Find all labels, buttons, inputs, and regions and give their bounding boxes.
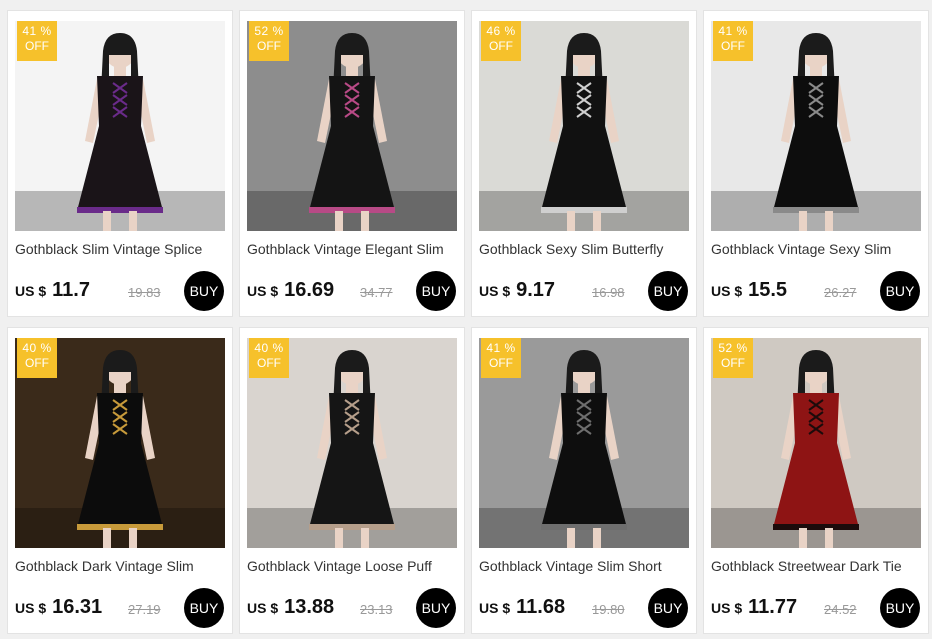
original-price: 26.27 [824, 285, 857, 300]
price-row: US $ 9.17 [479, 279, 555, 302]
buy-button[interactable]: BUY [880, 271, 920, 311]
product-title[interactable]: Gothblack Slim Vintage Splice [15, 241, 227, 257]
current-price: 11.7 [52, 279, 90, 301]
product-image[interactable]: 40 % OFF [247, 338, 457, 548]
product-image[interactable]: 46 % OFF [479, 21, 689, 231]
discount-off-label: OFF [257, 356, 281, 370]
discount-badge: 41 % OFF [713, 21, 753, 61]
discount-percent: 40 % [22, 341, 52, 355]
price-row: US $ 11.7 [15, 279, 90, 302]
buy-button[interactable]: BUY [416, 588, 456, 628]
product-title[interactable]: Gothblack Dark Vintage Slim [15, 558, 227, 574]
discount-percent: 41 % [718, 24, 748, 38]
product-card[interactable]: 41 % OFF Gothblack Vintage Slim Short US… [471, 327, 697, 634]
price-row: US $ 13.88 [247, 596, 334, 619]
current-price: 15.5 [748, 279, 788, 301]
original-price: 16.98 [592, 285, 625, 300]
product-image[interactable]: 52 % OFF [711, 338, 921, 548]
product-grid: 41 % OFF Gothblack Slim Vintage Splice U… [7, 10, 929, 634]
original-price: 27.19 [128, 602, 161, 617]
original-price: 34.77 [360, 285, 393, 300]
current-price: 16.69 [284, 279, 335, 301]
current-price: 9.17 [516, 279, 556, 301]
discount-percent: 41 % [486, 341, 516, 355]
product-card[interactable]: 52 % OFF Gothblack Vintage Elegant Slim … [239, 10, 465, 317]
currency-label: US $ [711, 283, 743, 299]
discount-off-label: OFF [25, 356, 49, 370]
discount-percent: 52 % [718, 341, 748, 355]
buy-button[interactable]: BUY [184, 588, 224, 628]
product-title[interactable]: Gothblack Vintage Slim Short [479, 558, 691, 574]
price-row: US $ 11.77 [711, 596, 797, 619]
price-row: US $ 16.69 [247, 279, 334, 302]
product-image[interactable]: 52 % OFF [247, 21, 457, 231]
discount-badge: 40 % OFF [249, 338, 289, 378]
discount-percent: 46 % [486, 24, 516, 38]
discount-off-label: OFF [721, 356, 745, 370]
currency-label: US $ [479, 283, 511, 299]
product-title[interactable]: Gothblack Sexy Slim Butterfly [479, 241, 691, 257]
current-price: 16.31 [52, 596, 103, 618]
discount-badge: 46 % OFF [481, 21, 521, 61]
discount-percent: 52 % [254, 24, 284, 38]
product-card[interactable]: 41 % OFF Gothblack Vintage Sexy Slim US … [703, 10, 929, 317]
currency-label: US $ [479, 600, 511, 616]
currency-label: US $ [247, 283, 279, 299]
price-row: US $ 15.5 [711, 279, 787, 302]
product-card[interactable]: 40 % OFF Gothblack Vintage Loose Puff US… [239, 327, 465, 634]
discount-badge: 52 % OFF [249, 21, 289, 61]
buy-button[interactable]: BUY [648, 271, 688, 311]
discount-badge: 40 % OFF [17, 338, 57, 378]
discount-off-label: OFF [257, 39, 281, 53]
buy-button[interactable]: BUY [880, 588, 920, 628]
original-price: 24.52 [824, 602, 857, 617]
original-price: 19.83 [128, 285, 161, 300]
product-image[interactable]: 41 % OFF [15, 21, 225, 231]
discount-badge: 52 % OFF [713, 338, 753, 378]
currency-label: US $ [15, 600, 47, 616]
discount-off-label: OFF [489, 39, 513, 53]
buy-button[interactable]: BUY [184, 271, 224, 311]
product-title[interactable]: Gothblack Vintage Elegant Slim [247, 241, 459, 257]
product-image[interactable]: 41 % OFF [711, 21, 921, 231]
product-card[interactable]: 46 % OFF Gothblack Sexy Slim Butterfly U… [471, 10, 697, 317]
product-image[interactable]: 40 % OFF [15, 338, 225, 548]
price-row: US $ 11.68 [479, 596, 565, 619]
product-title[interactable]: Gothblack Vintage Sexy Slim [711, 241, 923, 257]
discount-percent: 41 % [22, 24, 52, 38]
discount-badge: 41 % OFF [17, 21, 57, 61]
discount-percent: 40 % [254, 341, 284, 355]
current-price: 11.77 [748, 596, 798, 618]
product-image[interactable]: 41 % OFF [479, 338, 689, 548]
currency-label: US $ [15, 283, 47, 299]
discount-off-label: OFF [25, 39, 49, 53]
discount-badge: 41 % OFF [481, 338, 521, 378]
product-card[interactable]: 40 % OFF Gothblack Dark Vintage Slim US … [7, 327, 233, 634]
product-title[interactable]: Gothblack Vintage Loose Puff [247, 558, 459, 574]
discount-off-label: OFF [489, 356, 513, 370]
current-price: 11.68 [516, 596, 566, 618]
product-card[interactable]: 52 % OFF Gothblack Streetwear Dark Tie U… [703, 327, 929, 634]
currency-label: US $ [247, 600, 279, 616]
current-price: 13.88 [284, 596, 335, 618]
buy-button[interactable]: BUY [416, 271, 456, 311]
currency-label: US $ [711, 600, 743, 616]
original-price: 23.13 [360, 602, 393, 617]
buy-button[interactable]: BUY [648, 588, 688, 628]
product-card[interactable]: 41 % OFF Gothblack Slim Vintage Splice U… [7, 10, 233, 317]
original-price: 19.80 [592, 602, 625, 617]
product-title[interactable]: Gothblack Streetwear Dark Tie [711, 558, 923, 574]
price-row: US $ 16.31 [15, 596, 102, 619]
discount-off-label: OFF [721, 39, 745, 53]
